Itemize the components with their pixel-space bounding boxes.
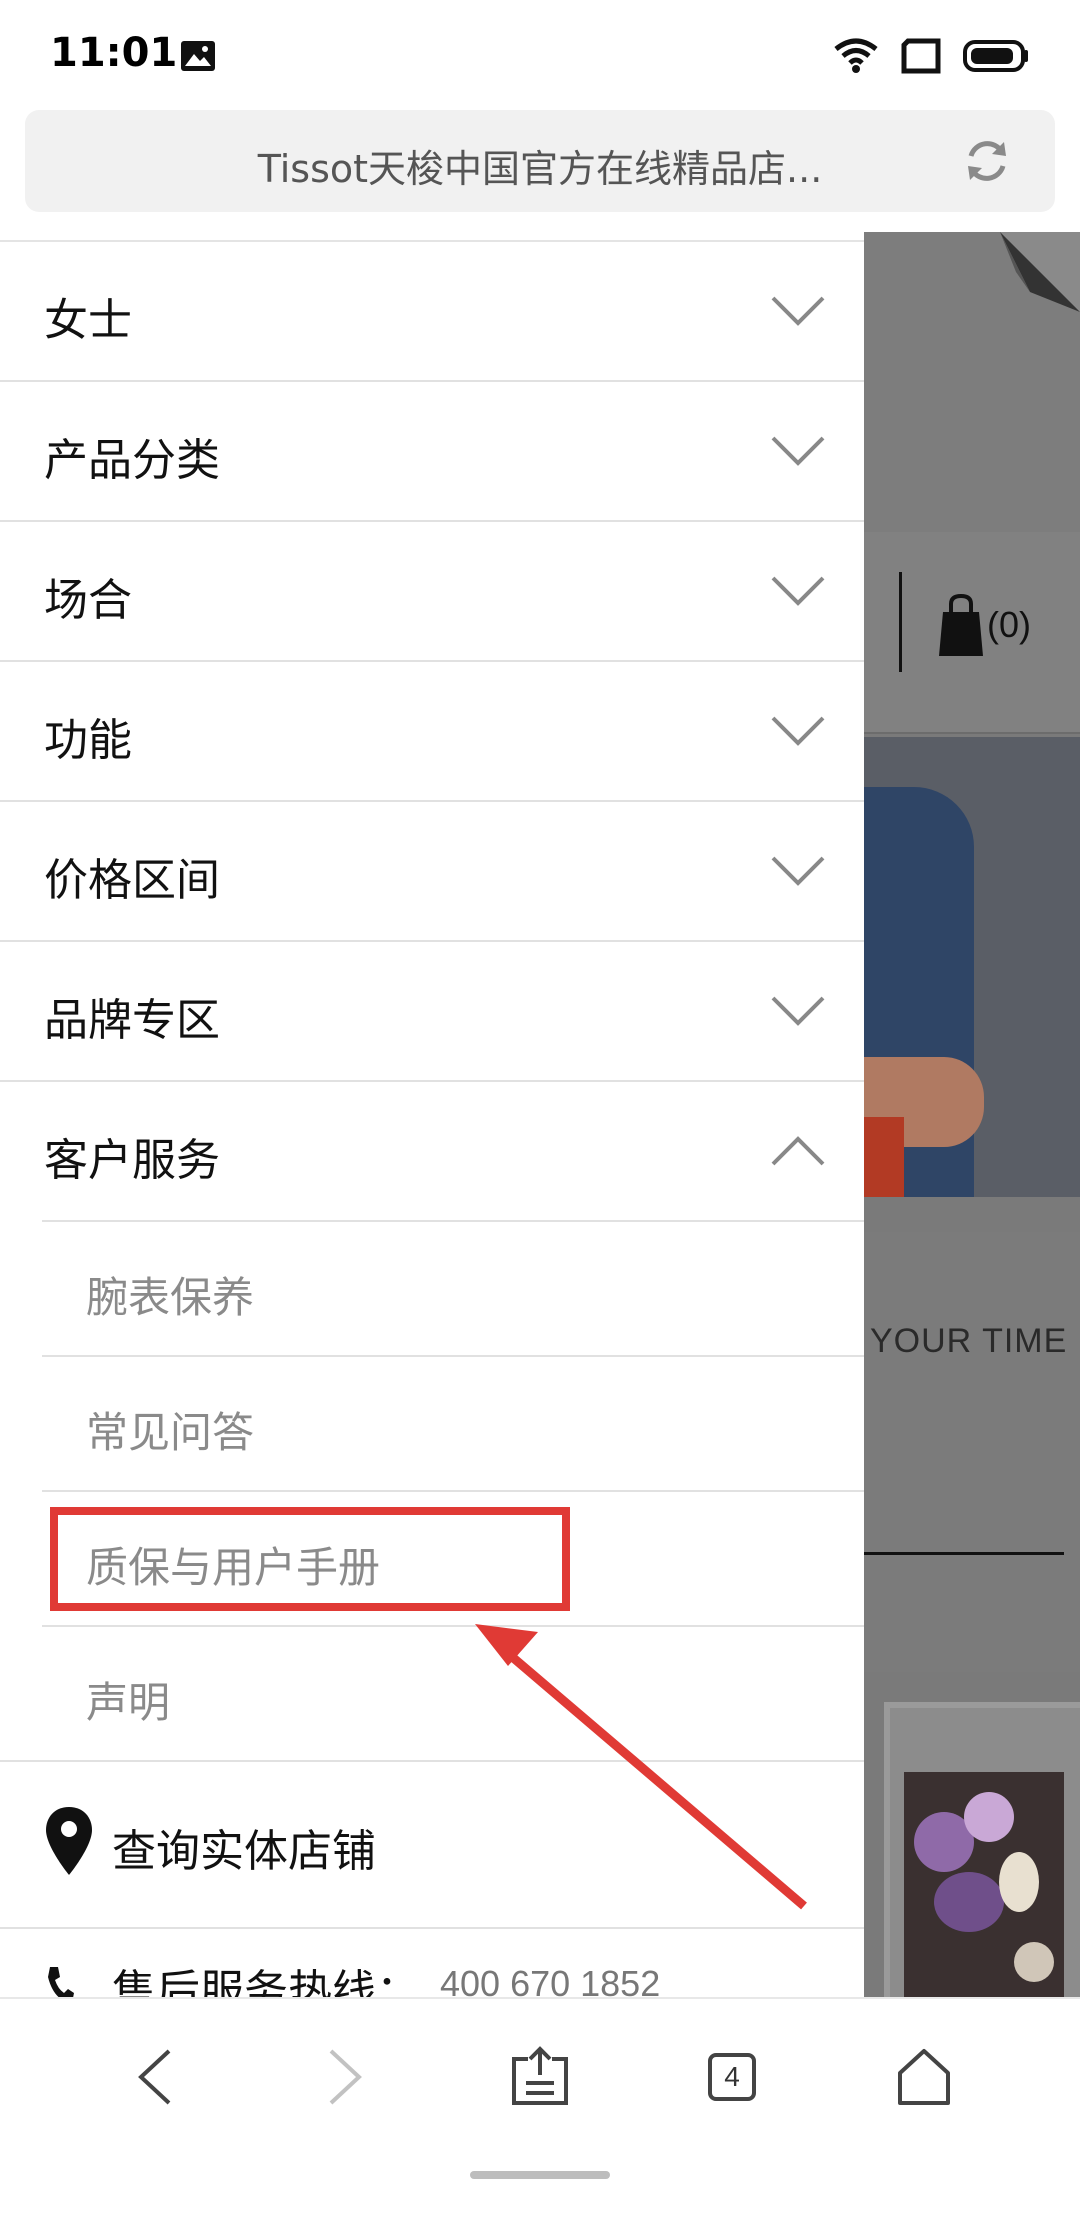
cart-button[interactable]: (0) [939,594,1031,656]
model-sleeve [864,1117,904,1197]
chevron-down-icon[interactable] [770,714,826,748]
forward-button[interactable] [305,2037,385,2117]
chevron-up-icon[interactable] [770,1134,826,1168]
highlight-box [50,1507,570,1611]
menu-item-label: 产品分类 [44,435,220,486]
section-divider [864,1552,1064,1555]
page-title[interactable]: Tissot天梭中国官方在线精品店... [25,138,1055,193]
back-button[interactable] [115,2037,195,2117]
tabs-count: 4 [724,2061,740,2092]
menu-item-function[interactable]: 功能 [0,662,864,802]
status-bar: 11:01 [0,0,1080,108]
menu-item-label: 场合 [44,575,132,626]
photo-icon [181,41,215,71]
menu-item-label: 价格区间 [44,855,220,906]
submenu-item-label: 腕表保养 [86,1273,255,1322]
service-hotline[interactable]: 售后服务热线： 400 670 1852 [0,1929,864,1997]
toolbar-divider [899,572,902,672]
navigation-drawer: 女士 产品分类 场合 功能 价格区间 品牌专区 客户服务 腕表保养 常见问答 质… [0,232,864,1997]
banner-image [864,737,1080,1197]
banner-tagline: YOUR TIME [870,1322,1068,1360]
wifi-icon [834,38,878,73]
screen-rotation-icon [901,38,941,74]
cart-count: (0) [987,604,1031,645]
chevron-down-icon[interactable] [770,434,826,468]
menu-item-label: 客户服务 [44,1135,220,1186]
store-locator-label: 查询实体店铺 [112,1826,376,1877]
tabs-button[interactable]: 4 [692,2037,772,2117]
shopping-bag-icon [939,594,983,656]
menu-item-label: 功能 [44,715,132,766]
submenu-item-faq[interactable]: 常见问答 [42,1357,864,1492]
hotline-label: 售后服务热线： [112,1966,420,1997]
submenu-item-label: 常见问答 [86,1408,255,1457]
reload-icon[interactable] [964,138,1010,184]
tabs-icon: 4 [708,2053,756,2101]
location-pin-icon [46,1807,92,1875]
hotline-number[interactable]: 400 670 1852 [440,1963,660,1997]
status-time: 11:01 [50,30,178,76]
submenu-item-label: 声明 [86,1678,171,1727]
gesture-bar[interactable] [470,2171,610,2179]
page-curl-icon [1000,232,1080,312]
home-button[interactable] [884,2037,964,2117]
store-locator[interactable]: 查询实体店铺 [0,1767,864,1929]
forward-icon [329,2049,362,2105]
menu-item-women[interactable]: 女士 [0,242,864,382]
menu-item-occasion[interactable]: 场合 [0,522,864,662]
home-icon [898,2049,950,2105]
chevron-down-icon[interactable] [770,994,826,1028]
menu-item-label: 品牌专区 [44,995,220,1046]
battery-icon [963,40,1028,72]
dimmed-page-content: (0) YOUR TIME [864,232,1080,1997]
back-icon [138,2049,171,2105]
chevron-down-icon[interactable] [770,854,826,888]
chevron-down-icon[interactable] [770,294,826,328]
share-button[interactable] [500,2037,580,2117]
flower-image [904,1772,1064,1997]
menu-item-product-category[interactable]: 产品分类 [0,382,864,522]
menu-item-customer-service[interactable]: 客户服务 [0,1082,864,1222]
page-section [864,1232,1080,1672]
menu-item-price-range[interactable]: 价格区间 [0,802,864,942]
status-icons [832,36,1030,76]
submenu-item-statement[interactable]: 声明 [0,1627,864,1762]
phone-icon [48,1967,74,1997]
browser-bottom-bar: 4 [0,1997,1080,2222]
menu-item-label: 女士 [44,295,132,346]
address-bar[interactable]: Tissot天梭中国官方在线精品店... [25,110,1055,212]
chevron-down-icon[interactable] [770,574,826,608]
submenu-item-watch-care[interactable]: 腕表保养 [42,1222,864,1357]
share-icon [512,2046,568,2105]
menu-item-brand-zone[interactable]: 品牌专区 [0,942,864,1082]
